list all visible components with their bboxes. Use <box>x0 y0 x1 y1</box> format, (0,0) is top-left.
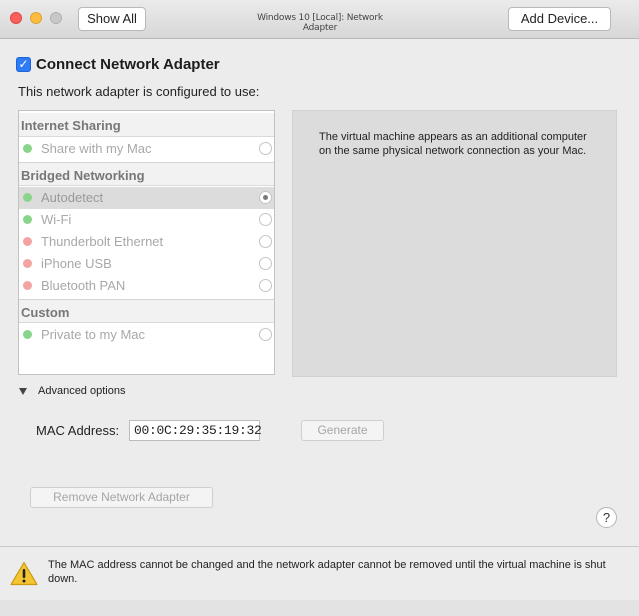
section-header-bridged-networking: Bridged Networking <box>19 162 274 186</box>
description-text: The virtual machine appears as an additi… <box>319 131 587 157</box>
remove-network-adapter-button[interactable]: Remove Network Adapter <box>30 487 213 508</box>
mac-address-label: MAC Address: <box>36 423 120 438</box>
list-item-bluetooth-pan[interactable]: Bluetooth PAN <box>19 275 274 297</box>
list-item-label: iPhone USB <box>41 256 112 271</box>
help-button[interactable]: ? <box>596 507 617 528</box>
list-item-label: Share with my Mac <box>41 141 152 156</box>
list-item-iphone-usb[interactable]: iPhone USB <box>19 253 274 275</box>
window-bottom-edge <box>0 600 639 616</box>
radio-button[interactable] <box>259 142 272 155</box>
list-item-private-to-my-mac[interactable]: Private to my Mac <box>19 324 274 346</box>
status-dot-icon <box>23 215 32 224</box>
disclosure-triangle-icon[interactable] <box>19 388 27 395</box>
generate-button[interactable]: Generate <box>301 420 384 441</box>
configured-to-use-label: This network adapter is configured to us… <box>18 84 260 99</box>
radio-button[interactable] <box>259 235 272 248</box>
status-dot-icon <box>23 237 32 246</box>
status-dot-icon <box>23 193 32 202</box>
network-type-list: Internet Sharing Share with my Mac Bridg… <box>18 110 275 375</box>
minimize-window-button[interactable] <box>30 12 42 24</box>
warning-icon <box>10 561 38 586</box>
warning-footer: The MAC address cannot be changed and th… <box>0 546 639 601</box>
list-item-wi-fi[interactable]: Wi-Fi <box>19 209 274 231</box>
network-adapter-window: Show All Windows 10 [Local]: Network Ada… <box>0 0 639 616</box>
list-item-autodetect[interactable]: Autodetect <box>19 187 274 209</box>
radio-button[interactable] <box>259 191 272 204</box>
radio-button[interactable] <box>259 257 272 270</box>
advanced-options-toggle[interactable]: Advanced options <box>38 385 125 397</box>
list-item-label: Thunderbolt Ethernet <box>41 234 164 249</box>
mac-address-field[interactable]: 00:0C:29:35:19:32 <box>129 420 262 441</box>
list-item-label: Private to my Mac <box>41 327 146 342</box>
list-item-share-with-my-mac[interactable]: Share with my Mac <box>19 138 274 160</box>
show-all-button[interactable]: Show All <box>78 7 146 31</box>
window-title: Windows 10 [Local]: Network Adapter <box>257 13 383 33</box>
list-item-thunderbolt-ethernet[interactable]: Thunderbolt Ethernet <box>19 231 274 253</box>
add-device-button[interactable]: Add Device... <box>508 7 611 31</box>
zoom-window-button[interactable] <box>50 12 62 24</box>
list-item-label: Bluetooth PAN <box>41 278 126 293</box>
radio-button[interactable] <box>259 213 272 226</box>
connect-adapter-checkbox[interactable]: ✓ <box>16 57 31 72</box>
list-item-label: Autodetect <box>41 190 104 205</box>
list-item-label: Wi-Fi <box>41 212 72 227</box>
title-bar: Show All Windows 10 [Local]: Network Ada… <box>0 0 639 39</box>
radio-button[interactable] <box>259 279 272 292</box>
description-panel: The virtual machine appears as an additi… <box>292 110 617 377</box>
status-dot-icon <box>23 281 32 290</box>
radio-button[interactable] <box>259 328 272 341</box>
status-dot-icon <box>23 144 32 153</box>
status-dot-icon <box>23 330 32 339</box>
section-header-custom: Custom <box>19 299 274 323</box>
section-header-internet-sharing: Internet Sharing <box>19 113 274 137</box>
status-dot-icon <box>23 259 32 268</box>
connect-adapter-label[interactable]: Connect Network Adapter <box>36 56 220 73</box>
warning-message: The MAC address cannot be changed and th… <box>48 559 606 585</box>
close-window-button[interactable] <box>10 12 22 24</box>
